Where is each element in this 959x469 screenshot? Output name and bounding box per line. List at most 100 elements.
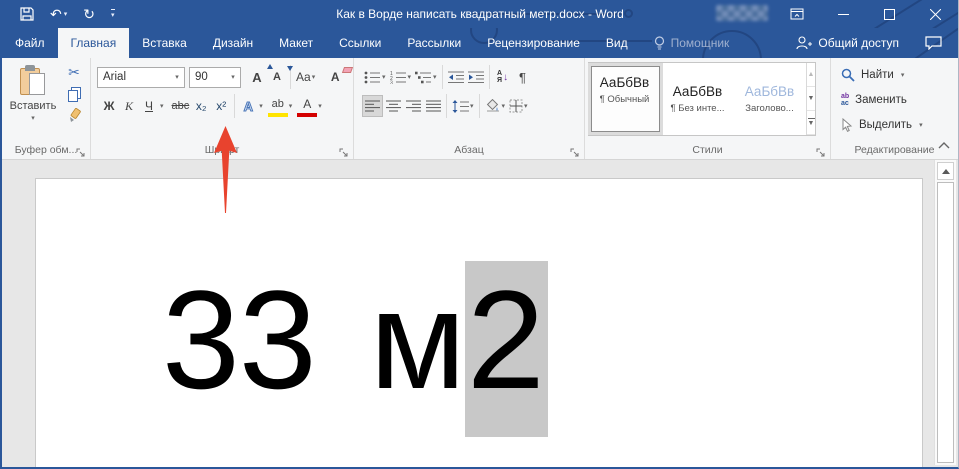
increase-indent-button[interactable] [466, 66, 486, 88]
numbering-button[interactable]: 123 ▾ [388, 66, 414, 88]
comments-button[interactable] [912, 28, 958, 58]
styles-dialog-launcher[interactable] [816, 145, 826, 155]
copy-button[interactable] [68, 87, 81, 102]
replace-button[interactable]: abac Заменить [841, 89, 923, 110]
borders-button[interactable]: ▾ [507, 95, 530, 117]
tab-mailings[interactable]: Рассылки [394, 28, 474, 58]
tab-home[interactable]: Главная [58, 28, 130, 58]
align-right-button[interactable] [403, 95, 423, 117]
minimize-icon [838, 9, 849, 20]
subscript-button[interactable]: x₂ [191, 95, 211, 117]
text-effects-button[interactable]: А [238, 95, 258, 117]
superscript-icon: x² [216, 99, 226, 113]
bullets-button[interactable]: ▾ [362, 66, 388, 88]
eraser-icon [342, 67, 353, 73]
tab-insert[interactable]: Вставка [129, 28, 200, 58]
underline-button[interactable]: Ч [139, 95, 159, 117]
chevron-down-icon: ▾ [433, 73, 437, 81]
gallery-scroll-up-button[interactable]: ▲ [807, 63, 815, 87]
style-card-heading[interactable]: АаБбВв Заголово... [735, 66, 804, 132]
replace-icon: abac [841, 93, 849, 107]
paragraph-dialog-launcher[interactable] [570, 145, 580, 155]
tab-label: Главная [71, 36, 117, 50]
strikethrough-button[interactable]: abc [170, 95, 192, 117]
cut-button[interactable]: ✂ [68, 64, 80, 81]
show-marks-button[interactable]: ¶ [513, 66, 533, 88]
close-icon [930, 9, 941, 20]
underline-dropdown[interactable]: ▾ [160, 102, 164, 110]
style-card-no-spacing[interactable]: АаБбВв ¶ Без инте... [663, 66, 732, 132]
clipboard-small-buttons: ✂ [60, 64, 88, 128]
collapse-ribbon-button[interactable] [938, 136, 950, 154]
paste-clipboard-icon [20, 65, 46, 97]
superscript-button[interactable]: x² [211, 95, 231, 117]
italic-button[interactable]: К [119, 95, 139, 117]
tab-assistant[interactable]: Помощник [641, 28, 743, 58]
document-page[interactable]: 33 м2 [35, 178, 923, 467]
scrollbar-thumb[interactable] [937, 182, 954, 463]
gallery-more-button[interactable]: ▼ [807, 111, 815, 135]
font-dialog-launcher[interactable] [339, 145, 349, 155]
font-color-button[interactable]: А [297, 95, 317, 117]
shrink-font-button[interactable]: A [267, 66, 287, 88]
align-center-button[interactable] [383, 95, 403, 117]
style-sample: АаБбВв [745, 84, 794, 99]
close-button[interactable] [912, 0, 958, 28]
change-case-icon: Aa [296, 70, 311, 84]
align-left-button[interactable] [362, 95, 383, 117]
select-button[interactable]: Выделить ▾ [841, 114, 923, 135]
maximize-button[interactable] [866, 0, 912, 28]
tab-label: Ссылки [339, 36, 381, 50]
tab-review[interactable]: Рецензирование [474, 28, 593, 58]
vertical-scrollbar[interactable] [934, 160, 956, 465]
tab-references[interactable]: Ссылки [326, 28, 394, 58]
line-spacing-button[interactable]: ▾ [450, 95, 476, 117]
minimize-button[interactable] [820, 0, 866, 28]
lightbulb-icon [654, 36, 665, 51]
document-text: 33 м2 [162, 262, 548, 418]
sort-button[interactable]: АЯ ↓ [493, 66, 513, 88]
clear-formatting-button[interactable]: А [325, 66, 345, 88]
scroll-up-button[interactable] [937, 162, 954, 180]
text-run: 33 м [162, 261, 465, 418]
style-card-normal[interactable]: АаБбВв ¶ Обычный [591, 66, 660, 132]
justify-button[interactable] [423, 95, 443, 117]
find-button[interactable]: Найти ▾ [841, 64, 923, 85]
tab-file[interactable]: Файл [2, 28, 58, 58]
pilcrow-icon: ¶ [519, 70, 526, 85]
chevron-down-icon: ▾ [408, 73, 412, 81]
scissors-icon: ✂ [68, 64, 80, 80]
chevron-down-icon: ▾ [502, 102, 506, 110]
svg-text:3: 3 [390, 80, 393, 84]
format-painter-button[interactable] [67, 108, 82, 128]
align-right-icon [406, 100, 421, 113]
highlight-color-button[interactable]: ab [268, 95, 288, 117]
chevron-down-icon: ▾ [470, 102, 474, 110]
increase-indent-icon [468, 71, 484, 84]
document-workspace: 33 м2 [2, 160, 957, 467]
shading-button[interactable]: ▾ [483, 95, 508, 117]
clipboard-dialog-launcher[interactable] [76, 145, 86, 155]
paste-button[interactable]: Вставить ▾ [6, 63, 60, 139]
tab-spacer [742, 28, 783, 58]
font-size-value: 90 [190, 71, 226, 83]
selected-text: 2 [465, 261, 548, 437]
font-name-combobox[interactable]: Arial ▾ [97, 67, 185, 88]
format-painter-icon [67, 108, 82, 123]
tab-design[interactable]: Дизайн [200, 28, 266, 58]
font-size-combobox[interactable]: 90 ▾ [189, 67, 241, 88]
decrease-indent-button[interactable] [446, 66, 466, 88]
gallery-scroll-down-button[interactable]: ▼ [807, 87, 815, 111]
change-case-button[interactable]: Aa▾ [294, 66, 317, 88]
chevron-down-icon: ▾ [524, 102, 528, 110]
shrink-font-icon: A [273, 71, 281, 83]
bold-button[interactable]: Ж [99, 95, 119, 117]
italic-icon: К [125, 99, 133, 114]
tab-view[interactable]: Вид [593, 28, 641, 58]
share-button[interactable]: Общий доступ [783, 28, 912, 58]
grow-font-button[interactable]: A [247, 66, 267, 88]
multilevel-list-button[interactable]: ▾ [413, 66, 439, 88]
chevron-down-icon: ▾ [318, 102, 322, 110]
ribbon-display-options-button[interactable] [774, 0, 820, 28]
tab-layout[interactable]: Макет [266, 28, 326, 58]
